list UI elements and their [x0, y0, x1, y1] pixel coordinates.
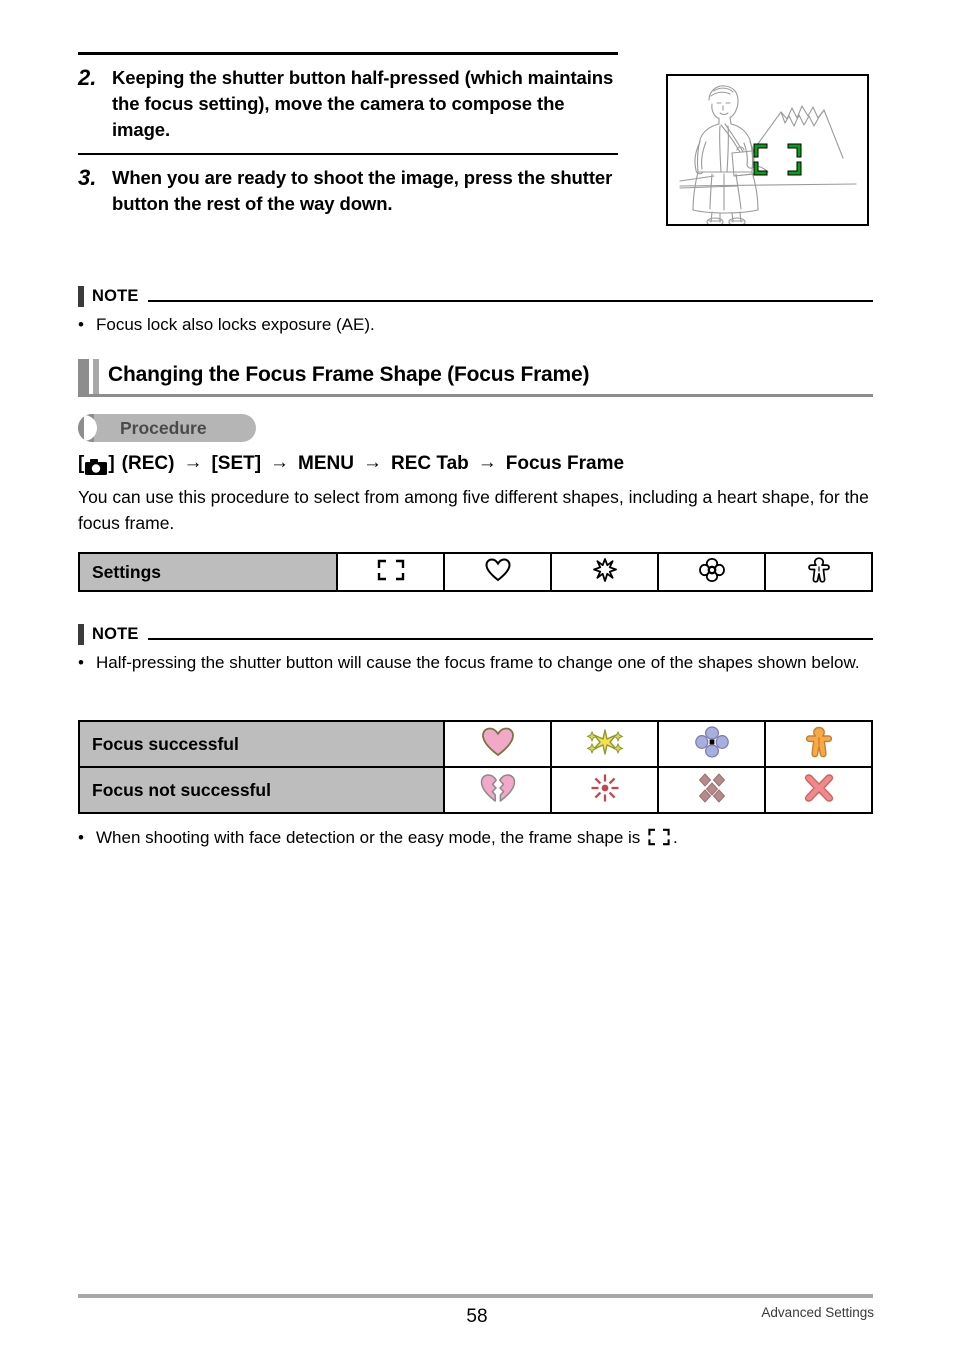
note-bullet-item: • Focus lock also locks exposure (AE). — [78, 312, 873, 337]
path-step-menu: MENU — [298, 453, 354, 474]
closing-note: • When shooting with face detection or t… — [78, 820, 873, 853]
bullet-icon: • — [78, 653, 84, 672]
footer-section-name: Advanced Settings — [761, 1305, 874, 1320]
camera-icon — [85, 456, 108, 475]
path-step-rec-tab: REC Tab — [391, 453, 469, 474]
focus-successful-label: Focus successful — [78, 720, 445, 768]
step-number: 3. — [78, 165, 97, 190]
focus-shapes-table: Focus successful Focus not successful — [78, 720, 873, 814]
steps-block: 2. Keeping the shutter button half-press… — [78, 52, 618, 217]
path-step-set: [SET] — [211, 453, 262, 474]
note-label: NOTE — [92, 625, 139, 643]
closing-note-text: When shooting with face detection or the… — [96, 825, 873, 853]
scattered-diamonds-icon — [694, 772, 730, 808]
note-bullet-text: Focus lock also locks exposure (AE). — [96, 315, 375, 334]
settings-row-label: Settings — [78, 552, 338, 592]
step-text: Keeping the shutter button half-pressed … — [112, 67, 614, 140]
bracket-frame-icon — [376, 559, 406, 585]
cell-flower-purple[interactable] — [657, 720, 766, 768]
footer-rule — [78, 1294, 873, 1298]
intro-paragraph: You can use this procedure to select fro… — [78, 487, 869, 533]
note-bullet-item: • Half-pressing the shutter button will … — [78, 650, 873, 675]
table-row: Focus successful — [78, 720, 873, 768]
burst-red-icon — [590, 774, 620, 807]
cell-scattered-diamonds[interactable] — [657, 766, 766, 814]
section-accent-bar-primary — [78, 359, 89, 397]
note-block-1: NOTE • Focus lock also locks exposure (A… — [78, 285, 873, 337]
procedure-badge: Procedure — [78, 414, 256, 442]
note-bullet-item: • When shooting with face detection or t… — [78, 825, 873, 853]
arrow-icon: → — [363, 452, 382, 473]
procedure-badge-notch — [84, 415, 97, 441]
table-row: Settings — [78, 552, 873, 592]
figure-orange-icon — [805, 726, 833, 762]
path-step-focus-frame: Focus Frame — [505, 453, 625, 474]
sparkle-outline-icon — [592, 557, 617, 586]
closing-note-text-before: When shooting with face detection or the… — [96, 828, 641, 847]
step-item: 2. Keeping the shutter button half-press… — [78, 55, 618, 143]
note-bullet-text: Half-pressing the shutter button will ca… — [96, 653, 860, 672]
cell-heart-pink[interactable] — [443, 720, 552, 768]
page-root: 2. Keeping the shutter button half-press… — [0, 0, 954, 1357]
note-rule — [147, 300, 873, 302]
bullet-icon: • — [78, 828, 84, 847]
section-underline — [89, 394, 873, 397]
settings-cell-figure[interactable] — [764, 552, 873, 592]
rec-label: (REC) — [121, 453, 175, 474]
note-label: NOTE — [92, 287, 139, 305]
step-number: 2. — [78, 65, 97, 90]
step-item: 3. When you are ready to shoot the image… — [78, 155, 618, 217]
table-row: Focus not successful — [78, 766, 873, 814]
note-rule — [147, 638, 873, 640]
figure-outline-icon — [807, 556, 830, 587]
settings-cell-heart[interactable] — [443, 552, 552, 592]
flower-purple-icon — [694, 725, 729, 762]
bracket-close: ] — [108, 453, 115, 474]
settings-cell-flower[interactable] — [657, 552, 766, 592]
illustration-drawing — [679, 85, 857, 227]
focus-frame-brackets — [753, 143, 802, 176]
section-title: Changing the Focus Frame Shape (Focus Fr… — [108, 363, 590, 386]
section-heading: Changing the Focus Frame Shape (Focus Fr… — [78, 359, 873, 397]
procedure-path: [ ] (REC) → [SET] → MENU → REC Tab → Foc… — [78, 450, 624, 478]
focus-not-successful-label: Focus not successful — [78, 766, 445, 814]
flower-outline-icon — [698, 557, 725, 586]
settings-cell-sparkle[interactable] — [550, 552, 659, 592]
compose-image-illustration — [666, 74, 869, 227]
broken-heart-pink-icon — [480, 773, 516, 808]
bracket-open: [ — [78, 453, 85, 474]
cross-red-icon — [803, 773, 835, 807]
cell-burst-red[interactable] — [550, 766, 659, 814]
closing-note-text-after: . — [673, 828, 678, 847]
arrow-icon: → — [477, 452, 497, 473]
arrow-icon: → — [183, 452, 203, 473]
note-block-2: NOTE • Half-pressing the shutter button … — [78, 623, 873, 675]
note-header: NOTE — [78, 623, 873, 645]
cell-figure-orange[interactable] — [764, 720, 873, 768]
settings-table: Settings — [78, 552, 873, 592]
cell-cross-red[interactable] — [764, 766, 873, 814]
arrow-icon: → — [270, 452, 290, 473]
bracket-frame-icon — [647, 828, 671, 853]
cell-sparkle-yellow[interactable] — [550, 720, 659, 768]
procedure-badge-label: Procedure — [120, 418, 207, 438]
step-text: When you are ready to shoot the image, p… — [112, 167, 613, 214]
note-header: NOTE — [78, 285, 873, 307]
section-accent-bar-secondary — [93, 359, 99, 397]
bullet-icon: • — [78, 315, 84, 334]
settings-cell-bracket-frame[interactable] — [336, 552, 445, 592]
cell-broken-heart-pink[interactable] — [443, 766, 552, 814]
sparkle-yellow-icon — [585, 728, 625, 763]
heart-pink-icon — [481, 727, 515, 762]
heart-outline-icon — [484, 557, 511, 586]
